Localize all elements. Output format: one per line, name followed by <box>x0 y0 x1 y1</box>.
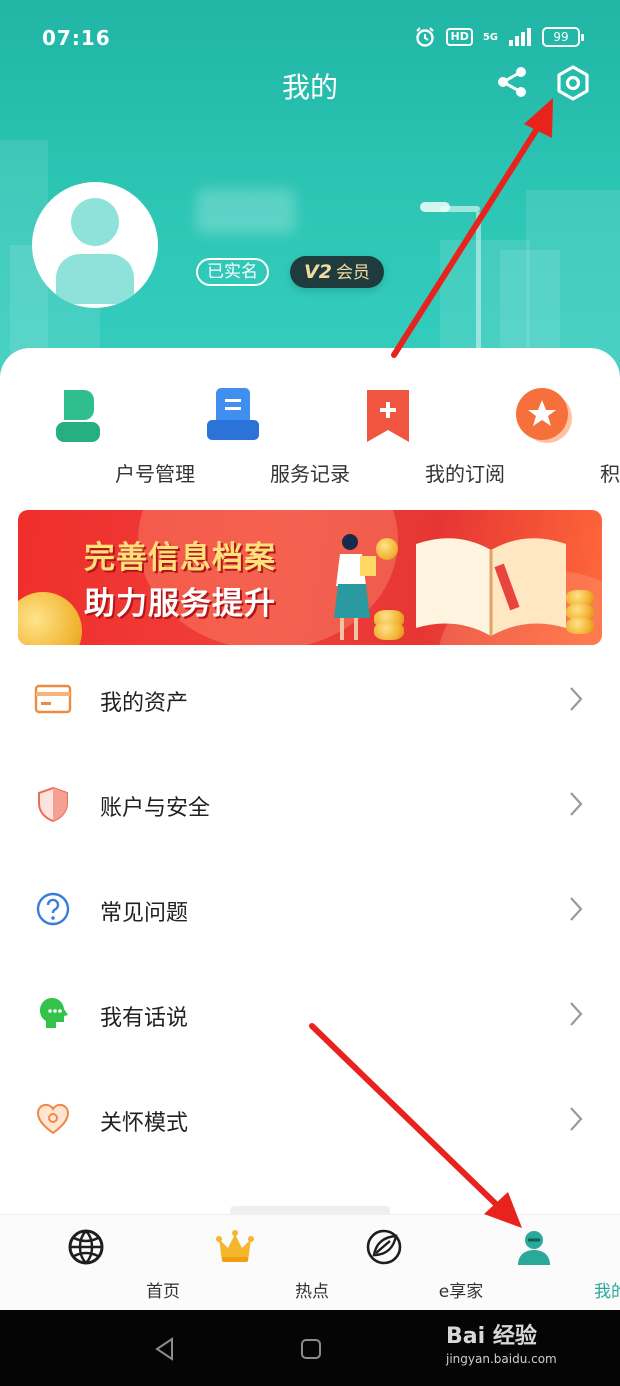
care-heart-icon <box>36 1103 70 1135</box>
tab-e-home[interactable]: e享家 <box>306 1215 483 1311</box>
crown-icon <box>216 1230 254 1262</box>
alarm-icon <box>416 27 435 47</box>
back-icon[interactable] <box>150 1334 180 1364</box>
chevron-right-icon <box>570 897 583 921</box>
chat-icon <box>39 997 68 1028</box>
tab-hot[interactable]: 热点 <box>157 1215 329 1311</box>
system-navigation-bar: Bai 经验 jingyan.baidu.com <box>0 1310 620 1386</box>
hd-icon: HD <box>446 28 473 46</box>
watermark-url: jingyan.baidu.com <box>446 1352 557 1366</box>
vip-badge[interactable]: V2 会员 <box>290 256 384 288</box>
settings-icon[interactable] <box>554 64 592 102</box>
chevron-right-icon <box>570 1107 583 1131</box>
wallet-icon <box>34 684 72 714</box>
menu-item-care-mode[interactable]: 关怀模式 <box>0 1070 620 1175</box>
banner-subtitle: 助力服务提升 <box>84 586 276 622</box>
watermark: Bai 经验 jingyan.baidu.com <box>446 1318 557 1366</box>
chevron-right-icon <box>570 687 583 711</box>
coin-icon <box>18 592 82 645</box>
menu-item-account-security[interactable]: 账户与安全 <box>0 755 620 860</box>
battery-icon: 99 <box>542 27 584 47</box>
share-icon[interactable] <box>494 64 530 100</box>
banner-title: 完善信息档案 <box>84 540 276 576</box>
star-icon <box>515 388 572 443</box>
verified-badge[interactable]: 已实名 <box>196 258 269 286</box>
chevron-right-icon <box>570 1002 583 1026</box>
promo-banner[interactable]: 完善信息档案 助力服务提升 <box>18 510 602 645</box>
vip-label: 会员 <box>335 263 370 283</box>
bottom-tab-bar: 首页 热点 e享家 我的 <box>0 1214 620 1310</box>
shield-icon <box>38 786 68 823</box>
subscription-icon <box>366 390 409 442</box>
watermark-brand: Bai 经验 <box>446 1324 537 1349</box>
status-bar: 07:16 HD 5G 99 <box>0 18 620 58</box>
leaf-icon <box>366 1229 402 1265</box>
menu-item-feedback[interactable]: 我有话说 <box>0 965 620 1070</box>
menu-item-assets[interactable]: 我的资产 <box>0 650 620 755</box>
chevron-right-icon <box>570 792 583 816</box>
person-icon <box>55 390 100 442</box>
open-book-illustration <box>416 538 566 636</box>
status-time: 07:16 <box>42 26 111 50</box>
network-label: 5G <box>482 31 498 43</box>
question-icon <box>36 892 70 926</box>
tab-mine[interactable]: 我的 <box>456 1215 620 1311</box>
menu-item-faq[interactable]: 常见问题 <box>0 860 620 965</box>
user-icon <box>518 1231 550 1265</box>
tab-home[interactable]: 首页 <box>8 1215 180 1311</box>
username-blurred <box>196 188 296 234</box>
record-icon <box>206 388 259 440</box>
avatar[interactable] <box>32 182 158 308</box>
signal-icon <box>509 28 531 46</box>
vip-level: V2 <box>304 261 332 283</box>
home-icon[interactable] <box>296 1334 326 1364</box>
globe-icon <box>68 1229 104 1265</box>
